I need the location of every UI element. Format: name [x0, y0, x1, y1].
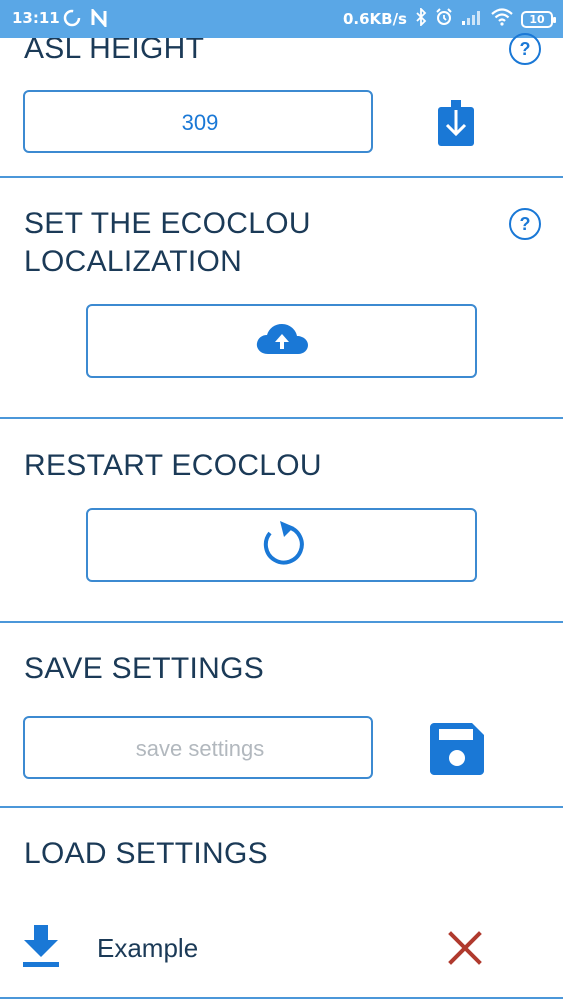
list-item[interactable]: Example — [0, 915, 563, 985]
status-bar: 13:11 0.6KB/s 10 — [0, 0, 563, 38]
upload-localization-button[interactable] — [86, 304, 477, 378]
asl-height-input[interactable] — [25, 92, 375, 153]
alarm-icon — [435, 8, 453, 30]
save-icon[interactable] — [430, 723, 484, 780]
divider — [0, 621, 563, 623]
asl-height-field[interactable] — [23, 90, 375, 153]
battery-icon: 10 — [521, 10, 556, 28]
battery-level: 10 — [529, 12, 545, 26]
restart-title: RESTART ECOCLOU — [24, 449, 322, 482]
divider — [0, 806, 563, 808]
divider — [0, 176, 563, 178]
cloud-upload-icon — [256, 323, 308, 359]
restart-icon — [260, 520, 304, 571]
save-settings-title: SAVE SETTINGS — [24, 652, 265, 685]
settings-item-name: Example — [97, 933, 199, 963]
localization-help-icon[interactable]: ? — [509, 208, 541, 240]
help-symbol: ? — [519, 39, 531, 59]
status-time: 13:11 — [12, 9, 60, 27]
asl-height-help-icon[interactable]: ? — [509, 33, 541, 65]
localization-title-line1: SET THE ECOCLOU — [24, 207, 311, 240]
sync-icon — [62, 8, 82, 32]
save-settings-field[interactable] — [23, 716, 375, 779]
help-symbol: ? — [519, 214, 531, 234]
divider — [0, 417, 563, 419]
bluetooth-icon — [415, 6, 427, 30]
network-speed: 0.6KB/s — [342, 10, 407, 28]
wifi-icon — [491, 8, 513, 30]
n-icon — [90, 6, 108, 31]
divider — [0, 997, 563, 999]
restart-button[interactable] — [86, 508, 477, 582]
delete-icon[interactable] — [448, 931, 482, 970]
signal-icon — [461, 9, 483, 29]
load-settings-title: LOAD SETTINGS — [24, 837, 268, 870]
localization-title-line2: LOCALIZATION — [24, 245, 243, 278]
download-value-icon[interactable] — [438, 100, 474, 151]
save-settings-input[interactable] — [25, 718, 375, 779]
download-icon[interactable] — [23, 925, 59, 972]
